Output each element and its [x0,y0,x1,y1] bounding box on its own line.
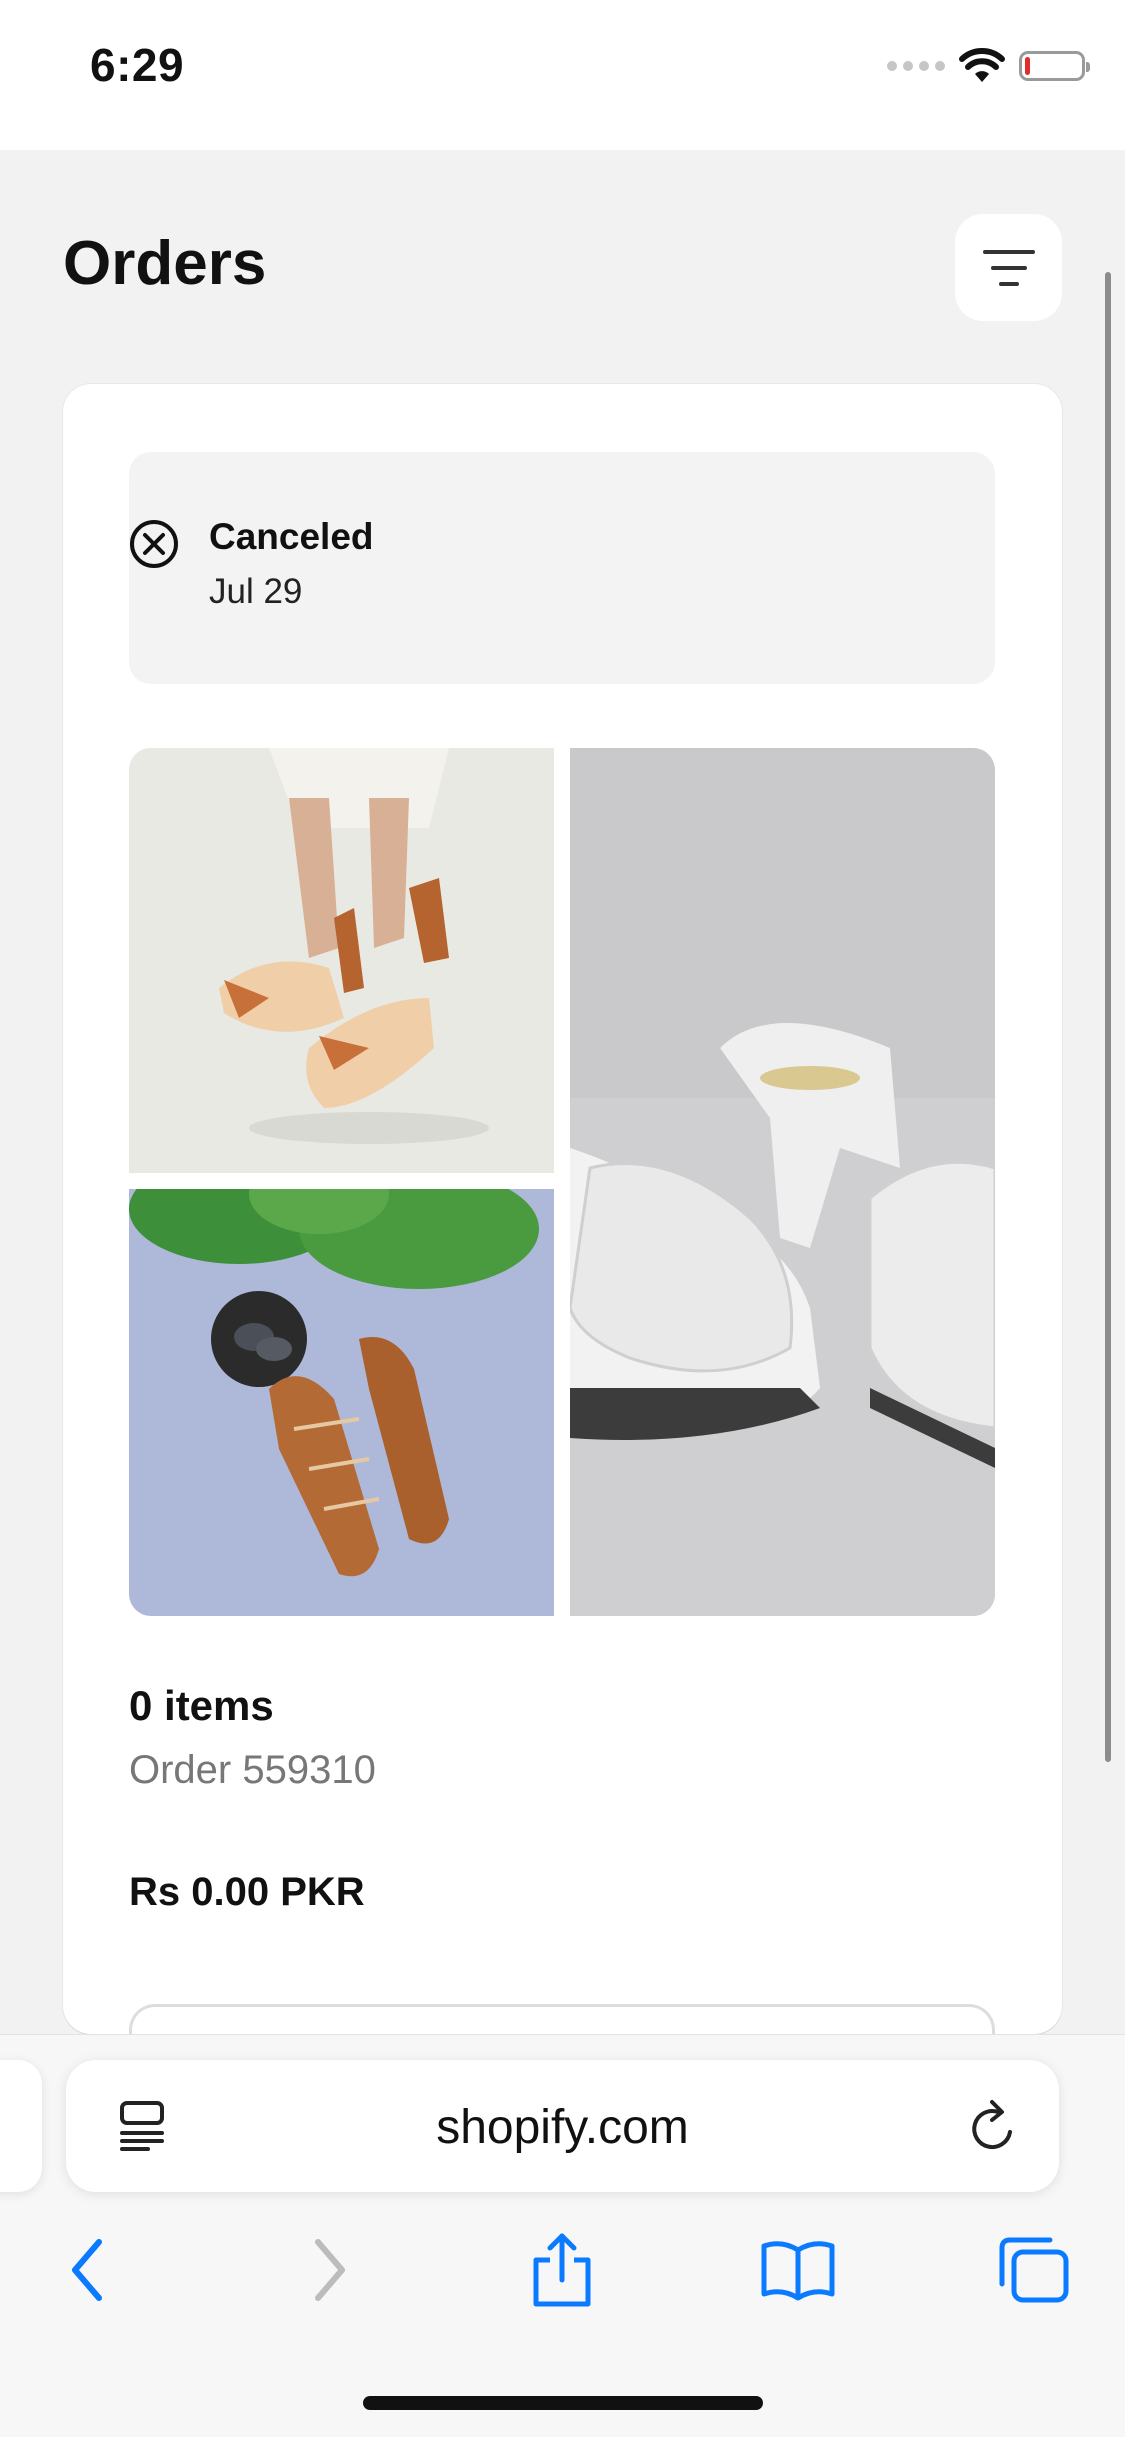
order-items-count: 0 items [129,1682,274,1729]
order-status-box [129,452,995,684]
filter-icon [982,249,1035,286]
address-bar-url[interactable]: shopify.com [0,2100,1125,2155]
tabs-button[interactable] [989,2230,1079,2310]
filter-button[interactable] [955,214,1062,321]
product-image-grid[interactable] [129,748,995,1616]
order-status-date: Jul 29 [209,572,303,611]
battery-icon [1019,51,1090,81]
back-chevron-icon [72,2239,102,2301]
page-title: Orders [63,229,267,298]
forward-chevron-icon [315,2239,345,2301]
wifi-icon [959,48,1005,82]
status-time: 6:29 [90,39,185,91]
share-button[interactable] [517,2230,607,2310]
tabs-icon [999,2237,1069,2303]
bookmarks-button[interactable] [753,2230,843,2310]
home-indicator [363,2396,763,2410]
order-status-label: Canceled [209,516,374,557]
product-image-beige-heels [129,748,554,1173]
product-image-brown-slingbacks [129,1189,554,1616]
reload-icon[interactable] [966,2098,1020,2156]
book-icon [761,2241,835,2301]
share-icon [533,2233,591,2307]
status-icons [887,46,1090,86]
x-circle-icon [130,520,178,568]
order-number: Order 559310 [129,1748,376,1792]
back-button[interactable] [42,2230,132,2310]
status-bar: 6:29 [0,0,1125,150]
cellular-signal-icon [887,61,945,71]
product-image-white-mules [570,748,995,1616]
scrollbar[interactable] [1105,272,1111,1762]
forward-button[interactable] [285,2230,375,2310]
order-total: Rs 0.00 PKR [129,1870,365,1914]
